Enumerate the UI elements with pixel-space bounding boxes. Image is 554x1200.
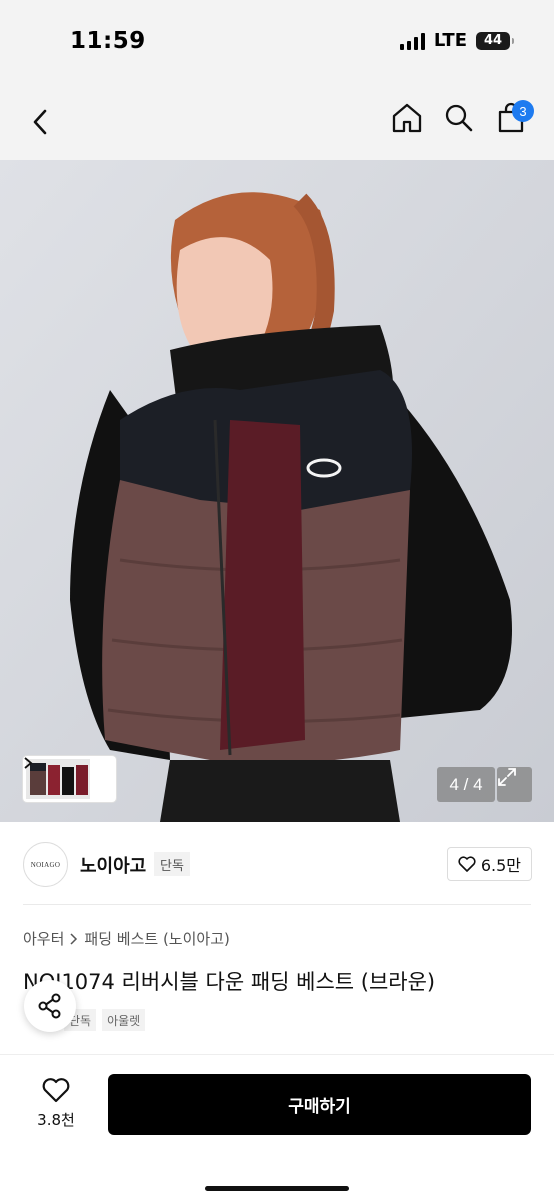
home-button[interactable] xyxy=(390,98,424,138)
chevron-left-icon xyxy=(33,109,47,135)
home-icon xyxy=(392,103,422,133)
search-icon xyxy=(445,104,473,132)
thumbnail-images xyxy=(26,759,90,799)
wishlist-count: 3.8천 xyxy=(37,1111,75,1129)
brand-name[interactable]: 노이아고 xyxy=(80,852,146,878)
breadcrumb: 아우터 패딩 베스트 (노이아고) xyxy=(23,928,230,949)
thumbnail-next[interactable] xyxy=(24,757,112,799)
thumbnail-strip[interactable] xyxy=(23,756,116,802)
signal-icon xyxy=(399,32,425,50)
expand-icon xyxy=(498,768,516,786)
network-type: LTE xyxy=(433,30,467,51)
cart-button[interactable]: 3 xyxy=(494,98,534,138)
product-photo xyxy=(0,160,554,822)
home-indicator xyxy=(205,1186,349,1191)
breadcrumb-category[interactable]: 아우터 xyxy=(23,928,64,949)
expand-image-button[interactable] xyxy=(497,767,532,802)
chevron-right-icon xyxy=(24,757,33,769)
cart-count-badge: 3 xyxy=(512,100,534,122)
battery-icon: 44 xyxy=(476,31,514,50)
search-button[interactable] xyxy=(442,98,476,138)
brand-like-button[interactable]: 6.5만 xyxy=(446,847,532,881)
buy-button[interactable]: 구매하기 xyxy=(108,1074,531,1135)
chevron-right-icon xyxy=(70,932,78,945)
share-icon xyxy=(38,993,61,1019)
brand-logo[interactable]: NOIAGO xyxy=(23,842,68,887)
product-image[interactable]: 4 / 4 xyxy=(0,160,554,822)
status-indicators: LTE 44 xyxy=(399,30,514,51)
brand-like-count: 6.5만 xyxy=(480,856,521,875)
brand-row: NOIAGO 노이아고 단독 6.5만 xyxy=(0,840,554,890)
nav-bar: 3 xyxy=(0,84,554,160)
product-tags: 단독 아울렛 xyxy=(64,1009,146,1031)
heart-icon xyxy=(458,856,476,872)
nav-actions: 3 xyxy=(390,98,534,138)
back-button[interactable] xyxy=(24,102,56,142)
divider xyxy=(23,904,531,905)
bottom-action-bar: 3.8천 구매하기 xyxy=(0,1054,554,1200)
wishlist-button[interactable]: 3.8천 xyxy=(28,1077,84,1130)
status-time: 11:59 xyxy=(70,28,146,54)
heart-icon xyxy=(42,1078,70,1103)
product-title: NOI1074 리버시블 다운 패딩 베스트 (브라운) xyxy=(23,970,436,994)
status-bar: 11:59 LTE 44 xyxy=(0,0,554,84)
brand-exclusive-tag: 단독 xyxy=(154,852,190,876)
share-button[interactable] xyxy=(24,980,76,1032)
image-counter: 4 / 4 xyxy=(437,767,495,802)
breadcrumb-subcategory[interactable]: 패딩 베스트 (노이아고) xyxy=(84,928,229,949)
tag-outlet: 아울렛 xyxy=(102,1009,146,1031)
